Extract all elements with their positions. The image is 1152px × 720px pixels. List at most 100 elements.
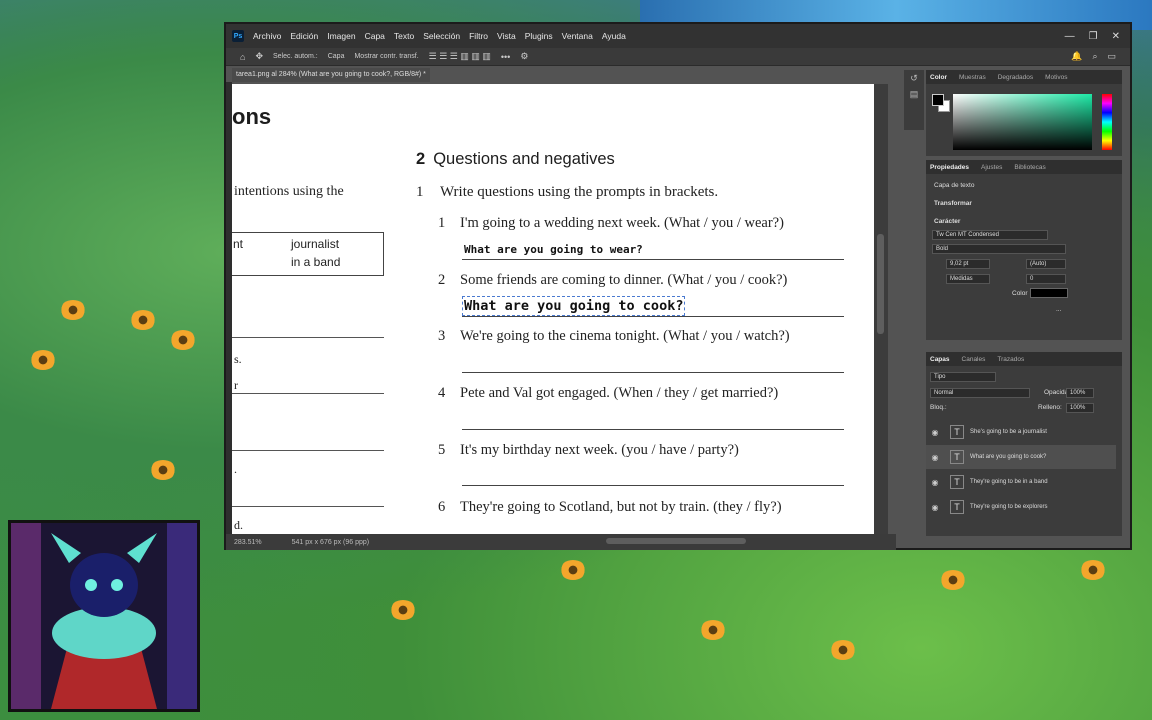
tab-canales[interactable]: Canales: [962, 356, 986, 363]
blend-mode-dropdown[interactable]: Normal: [930, 388, 1030, 398]
word-box: nt journalist in a band: [232, 232, 384, 276]
maximize-button[interactable]: ❐: [1089, 31, 1098, 42]
tracking-field[interactable]: 0: [1026, 274, 1066, 284]
kerning-dropdown[interactable]: Medidas: [946, 274, 990, 284]
flower-decoration: [150, 460, 176, 480]
question-2: 2 Some friends are coming to dinner. (Wha…: [438, 272, 787, 289]
color-label: Color: [1012, 290, 1028, 297]
layer-row[interactable]: ◉ T They're going to be in a band: [926, 470, 1116, 494]
tab-propiedades[interactable]: Propiedades: [930, 164, 969, 171]
notification-icon[interactable]: 🔔: [1071, 51, 1082, 62]
text-layer-icon: T: [950, 425, 964, 439]
tab-ajustes[interactable]: Ajustes: [981, 164, 1002, 171]
more-options-icon[interactable]: •••: [501, 52, 510, 62]
auto-select-checkbox[interactable]: Selec. autom.:: [273, 53, 318, 60]
menu-capa[interactable]: Capa: [365, 31, 385, 41]
menu-filtro[interactable]: Filtro: [469, 31, 488, 41]
lock-label: Bloq.:: [930, 404, 947, 411]
question-1: 1 I'm going to a wedding next week. (What…: [438, 215, 784, 232]
flower-decoration: [60, 300, 86, 320]
history-icon[interactable]: ↺: [904, 70, 924, 86]
horizontal-scroll-thumb[interactable]: [606, 538, 746, 544]
tab-color[interactable]: Color: [930, 74, 947, 81]
layer-kind-label: Capa de texto: [934, 182, 975, 189]
transform-section[interactable]: Transformar: [934, 200, 972, 207]
visibility-eye-icon[interactable]: ◉: [926, 503, 944, 512]
question-text: Some friends are coming to dinner. (What…: [460, 272, 788, 288]
flower-decoration: [560, 560, 586, 580]
character-section[interactable]: Carácter: [934, 218, 960, 225]
menu-texto[interactable]: Texto: [394, 31, 414, 41]
hue-slider[interactable]: [1102, 94, 1112, 150]
auto-select-target-dropdown[interactable]: Capa: [328, 53, 345, 60]
tab-motivos[interactable]: Motivos: [1045, 74, 1067, 81]
properties-panel-tabs: Propiedades Ajustes Bibliotecas: [926, 160, 1122, 174]
instruction-text: Write questions using the prompts in bra…: [440, 184, 719, 200]
menu-ayuda[interactable]: Ayuda: [602, 31, 626, 41]
document-tab[interactable]: tarea1.png al 284% (What are you going t…: [232, 68, 430, 82]
layer-row-selected[interactable]: ◉ T What are you going to cook?: [926, 445, 1116, 469]
menu-seleccion[interactable]: Selección: [423, 31, 460, 41]
menu-ventana[interactable]: Ventana: [562, 31, 593, 41]
show-transform-checkbox[interactable]: Mostrar contr. transf.: [354, 53, 418, 60]
tab-capas[interactable]: Capas: [930, 356, 950, 363]
close-button[interactable]: ✕: [1112, 31, 1120, 42]
tab-bibliotecas[interactable]: Bibliotecas: [1014, 164, 1045, 171]
answer-line: [462, 372, 844, 373]
question-text: I'm going to a wedding next week. (What …: [460, 215, 784, 231]
tab-muestras[interactable]: Muestras: [959, 74, 986, 81]
search-icon[interactable]: ⌕: [1092, 51, 1097, 62]
menu-vista[interactable]: Vista: [497, 31, 516, 41]
tab-trazados[interactable]: Trazados: [997, 356, 1024, 363]
document-canvas[interactable]: ons intentions using the nt journalist i…: [232, 84, 874, 536]
menu-archivo[interactable]: Archivo: [253, 31, 281, 41]
minimize-button[interactable]: —: [1065, 31, 1075, 42]
font-family-dropdown[interactable]: Tw Cen MT Condensed: [932, 230, 1048, 240]
flower-decoration: [1080, 560, 1106, 580]
vertical-scrollbar[interactable]: [874, 84, 888, 536]
photoshop-logo-icon: Ps: [232, 30, 244, 42]
opacity-field[interactable]: 100%: [1066, 388, 1094, 398]
menu-edicion[interactable]: Edición: [290, 31, 318, 41]
foreground-color-swatch[interactable]: [932, 94, 944, 106]
visibility-eye-icon[interactable]: ◉: [926, 453, 944, 462]
scroll-thumb[interactable]: [877, 234, 884, 334]
selected-text-layer[interactable]: What are you going to cook?: [461, 296, 686, 316]
font-size-field[interactable]: 9,02 pt: [946, 259, 990, 269]
workspace-icon[interactable]: ▭: [1107, 51, 1130, 62]
layer-row[interactable]: ◉ T They're going to be explorers: [926, 495, 1116, 519]
visibility-eye-icon[interactable]: ◉: [926, 428, 944, 437]
text-color-swatch[interactable]: [1030, 288, 1068, 298]
streamer-avatar-overlay: [8, 520, 200, 712]
layer-name: They're going to be explorers: [970, 504, 1048, 510]
options-bar: ⌂ ✥ Selec. autom.: Capa Mostrar contr. t…: [226, 48, 1130, 66]
text-layer-icon: T: [950, 475, 964, 489]
home-icon[interactable]: ⌂: [240, 52, 245, 62]
move-tool-icon[interactable]: ✥: [255, 51, 263, 62]
flower-decoration: [700, 620, 726, 640]
layer-filter-dropdown[interactable]: Tipo: [930, 372, 996, 382]
question-6: 6 They're going to Scotland, but not by t…: [438, 499, 782, 516]
answer-text-layer[interactable]: What are you going to wear?: [464, 243, 643, 256]
leading-field[interactable]: (Auto): [1026, 259, 1066, 269]
visibility-eye-icon[interactable]: ◉: [926, 478, 944, 487]
layer-name: What are you going to cook?: [970, 454, 1047, 460]
zoom-level[interactable]: 283.51%: [234, 539, 262, 546]
left-heading-fragment: ons: [232, 104, 272, 129]
gear-icon[interactable]: ⚙: [520, 51, 528, 62]
left-fragment: r: [234, 378, 238, 392]
flower-decoration: [830, 640, 856, 660]
font-style-dropdown[interactable]: Bold: [932, 244, 1066, 254]
box-word-in-a-band: in a band: [291, 255, 341, 269]
answer-line-left: [232, 393, 384, 394]
comments-icon[interactable]: ▤: [904, 86, 924, 102]
align-icons[interactable]: ☰ ☰ ☰ ▥ ▥ ▥: [429, 51, 491, 62]
more-options-button[interactable]: ...: [1056, 306, 1061, 313]
instruction-number: 1: [416, 184, 424, 200]
menu-imagen[interactable]: Imagen: [327, 31, 355, 41]
tab-degradados[interactable]: Degradados: [998, 74, 1033, 81]
fill-field[interactable]: 100%: [1066, 403, 1094, 413]
menu-plugins[interactable]: Plugins: [525, 31, 553, 41]
layer-row[interactable]: ◉ T She's going to be a journalist: [926, 420, 1116, 444]
color-picker-field[interactable]: [953, 94, 1092, 150]
